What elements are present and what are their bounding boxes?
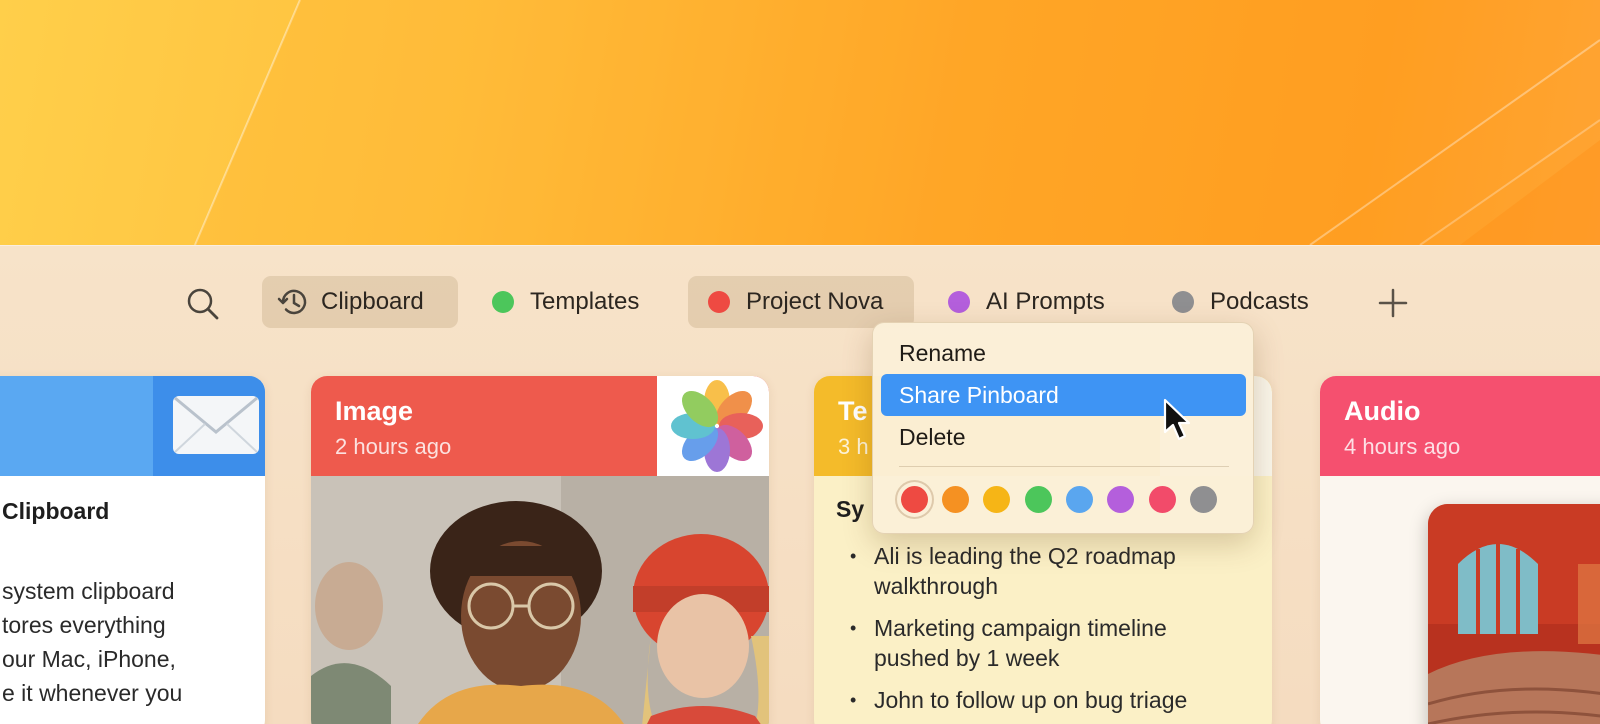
- card-timestamp: 4 hours ago: [1344, 434, 1461, 459]
- card-body-text: system clipboard tores everything our Ma…: [2, 574, 182, 710]
- text-line: our Mac, iPhone,: [2, 646, 176, 672]
- color-swatch-yellow[interactable]: [983, 486, 1010, 513]
- tab-label: AI Prompts: [986, 288, 1105, 315]
- list-item: Marketing campaign timeline pushed by 1 …: [836, 613, 1236, 673]
- color-swatch-purple[interactable]: [1107, 486, 1134, 513]
- plus-icon[interactable]: [1378, 288, 1408, 318]
- tab-ai-prompts[interactable]: AI Prompts: [936, 276, 1126, 328]
- album-artwork: [1428, 504, 1600, 724]
- tab-templates[interactable]: Templates: [480, 276, 660, 328]
- color-swatch-orange[interactable]: [942, 486, 969, 513]
- card-timestamp: 3 h: [838, 434, 869, 459]
- color-swatch-red[interactable]: [901, 486, 928, 513]
- tab-clipboard[interactable]: Clipboard: [262, 276, 458, 328]
- photos-flower-icon: [657, 376, 769, 476]
- card-timestamp: 2 hours ago: [335, 434, 452, 459]
- tab-label: Project Nova: [746, 288, 884, 315]
- card-body-title: Clipboard: [2, 498, 110, 524]
- color-swatch-gray[interactable]: [1190, 486, 1217, 513]
- search-icon[interactable]: [185, 286, 221, 322]
- color-dot: [492, 291, 514, 313]
- clipboard-panel: Clipboard Templates Project Nova AI Prom…: [0, 245, 1600, 724]
- card-header: Image 2 hours ago: [311, 376, 769, 476]
- list-item: Ali is leading the Q2 roadmap walkthroug…: [836, 541, 1236, 601]
- card-title: Image: [335, 396, 414, 426]
- clipboard-card-audio[interactable]: Audio 4 hours ago: [1320, 376, 1600, 724]
- clipboard-card-text[interactable]: Clipboard system clipboard tores everyth…: [0, 376, 265, 724]
- mouse-pointer-icon: [1162, 398, 1192, 442]
- pinboard-context-menu: Rename Share Pinboard Delete: [872, 322, 1254, 534]
- clipboard-card-image[interactable]: Image 2 hours ago: [311, 376, 769, 724]
- photo-preview: [311, 476, 769, 724]
- desktop-wallpaper: [0, 0, 1600, 245]
- text-line: tores everything: [2, 612, 166, 638]
- card-title: Audio: [1344, 396, 1421, 426]
- history-clock-icon: [277, 289, 307, 315]
- color-dot: [948, 291, 970, 313]
- tab-label: Clipboard: [321, 288, 424, 315]
- pinboard-toolbar: Clipboard Templates Project Nova AI Prom…: [0, 276, 1600, 328]
- tab-label: Templates: [530, 288, 640, 315]
- tab-project-nova[interactable]: Project Nova: [688, 276, 914, 328]
- menu-divider: [899, 466, 1229, 467]
- menu-item-rename[interactable]: Rename: [881, 332, 1246, 374]
- color-swatch-blue[interactable]: [1066, 486, 1093, 513]
- card-header: Audio 4 hours ago: [1320, 376, 1600, 476]
- mail-envelope-icon: [153, 376, 265, 476]
- color-dot: [1172, 291, 1194, 313]
- tab-label: Podcasts: [1210, 288, 1309, 315]
- note-heading: Sy: [836, 496, 865, 522]
- text-line: e it whenever you: [2, 680, 183, 706]
- card-header: [0, 376, 265, 476]
- list-item: John to follow up on bug triage: [836, 685, 1236, 715]
- text-line: system clipboard: [2, 578, 175, 604]
- color-swatch-pink[interactable]: [1149, 486, 1176, 513]
- color-dot: [708, 291, 730, 313]
- note-bullet-list: Ali is leading the Q2 roadmap walkthroug…: [836, 541, 1236, 724]
- tab-podcasts[interactable]: Podcasts: [1160, 276, 1330, 328]
- color-swatch-green[interactable]: [1025, 486, 1052, 513]
- card-title: Te: [838, 396, 868, 426]
